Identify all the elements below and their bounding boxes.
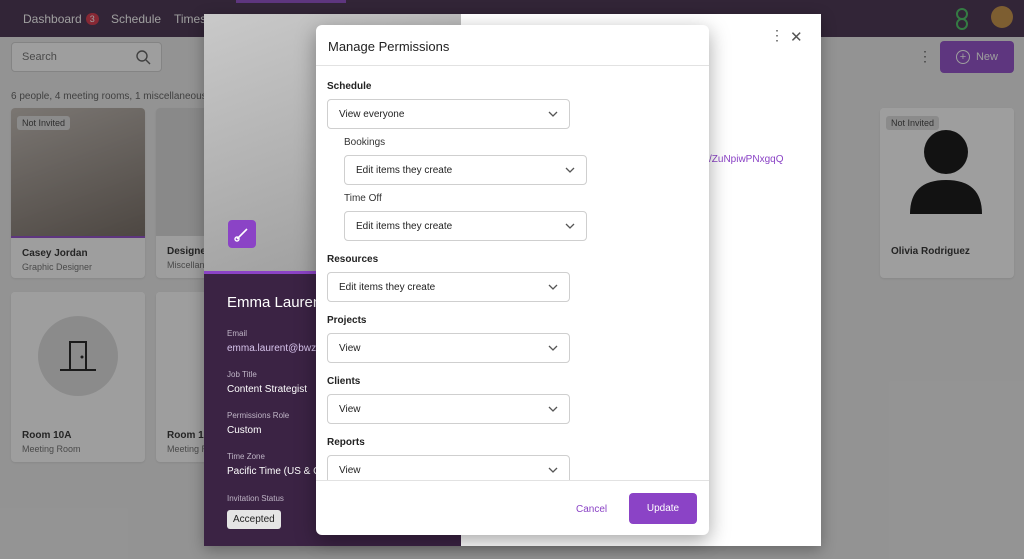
chevron-down-icon: [565, 167, 575, 173]
profile-more-icon[interactable]: ⋮: [770, 27, 784, 44]
schedule-dropdown[interactable]: View everyone: [327, 99, 570, 129]
chevron-down-icon: [548, 284, 558, 290]
chevron-down-icon: [548, 111, 558, 117]
bookings-value: Edit items they create: [356, 165, 453, 176]
resources-value: Edit items they create: [339, 282, 436, 293]
permissions-role-value: Custom: [227, 425, 262, 436]
job-title-value: Content Strategist: [227, 384, 308, 395]
paintbrush-icon[interactable]: [228, 220, 256, 248]
chevron-down-icon: [548, 406, 558, 412]
projects-dropdown[interactable]: View: [327, 333, 570, 363]
chevron-down-icon: [565, 223, 575, 229]
time-zone-value: Pacific Time (US & C: [227, 466, 321, 477]
chevron-down-icon: [548, 467, 558, 473]
email-value[interactable]: emma.laurent@bwz.: [227, 343, 319, 354]
schedule-label: Schedule: [327, 81, 372, 92]
reports-dropdown[interactable]: View: [327, 455, 570, 480]
job-title-label: Job Title: [227, 370, 257, 379]
bookings-dropdown[interactable]: Edit items they create: [344, 155, 587, 185]
bookings-label: Bookings: [344, 137, 386, 148]
reports-label: Reports: [327, 437, 365, 448]
email-label: Email: [227, 329, 248, 338]
projects-value: View: [339, 343, 361, 354]
chevron-down-icon: [548, 345, 558, 351]
resources-label: Resources: [327, 254, 379, 265]
time-off-dropdown[interactable]: Edit items they create: [344, 211, 587, 241]
projects-label: Projects: [327, 315, 367, 326]
profile-name: Emma Lauren: [227, 294, 322, 311]
invitation-status-label: Invitation Status: [227, 494, 284, 503]
clients-label: Clients: [327, 376, 361, 387]
modal-footer: Cancel Update: [316, 480, 709, 535]
resources-dropdown[interactable]: Edit items they create: [327, 272, 570, 302]
modal-title: Manage Permissions: [316, 25, 709, 66]
time-off-value: Edit items they create: [356, 221, 453, 232]
cancel-button[interactable]: Cancel: [576, 504, 607, 515]
close-icon[interactable]: ✕: [790, 28, 803, 46]
invitation-status-badge: Accepted: [227, 510, 281, 529]
clients-value: View: [339, 404, 361, 415]
time-off-label: Time Off: [344, 193, 382, 204]
update-button[interactable]: Update: [629, 493, 697, 524]
clients-dropdown[interactable]: View: [327, 394, 570, 424]
schedule-value: View everyone: [339, 109, 405, 120]
profile-link[interactable]: s/ZuNpiwPNxgqQ: [704, 154, 783, 165]
manage-permissions-modal: Manage Permissions Schedule View everyon…: [316, 25, 709, 535]
permissions-role-label: Permissions Role: [227, 411, 290, 420]
modal-body[interactable]: Schedule View everyone Bookings Edit ite…: [316, 66, 709, 480]
time-zone-label: Time Zone: [227, 452, 265, 461]
reports-value: View: [339, 465, 361, 476]
